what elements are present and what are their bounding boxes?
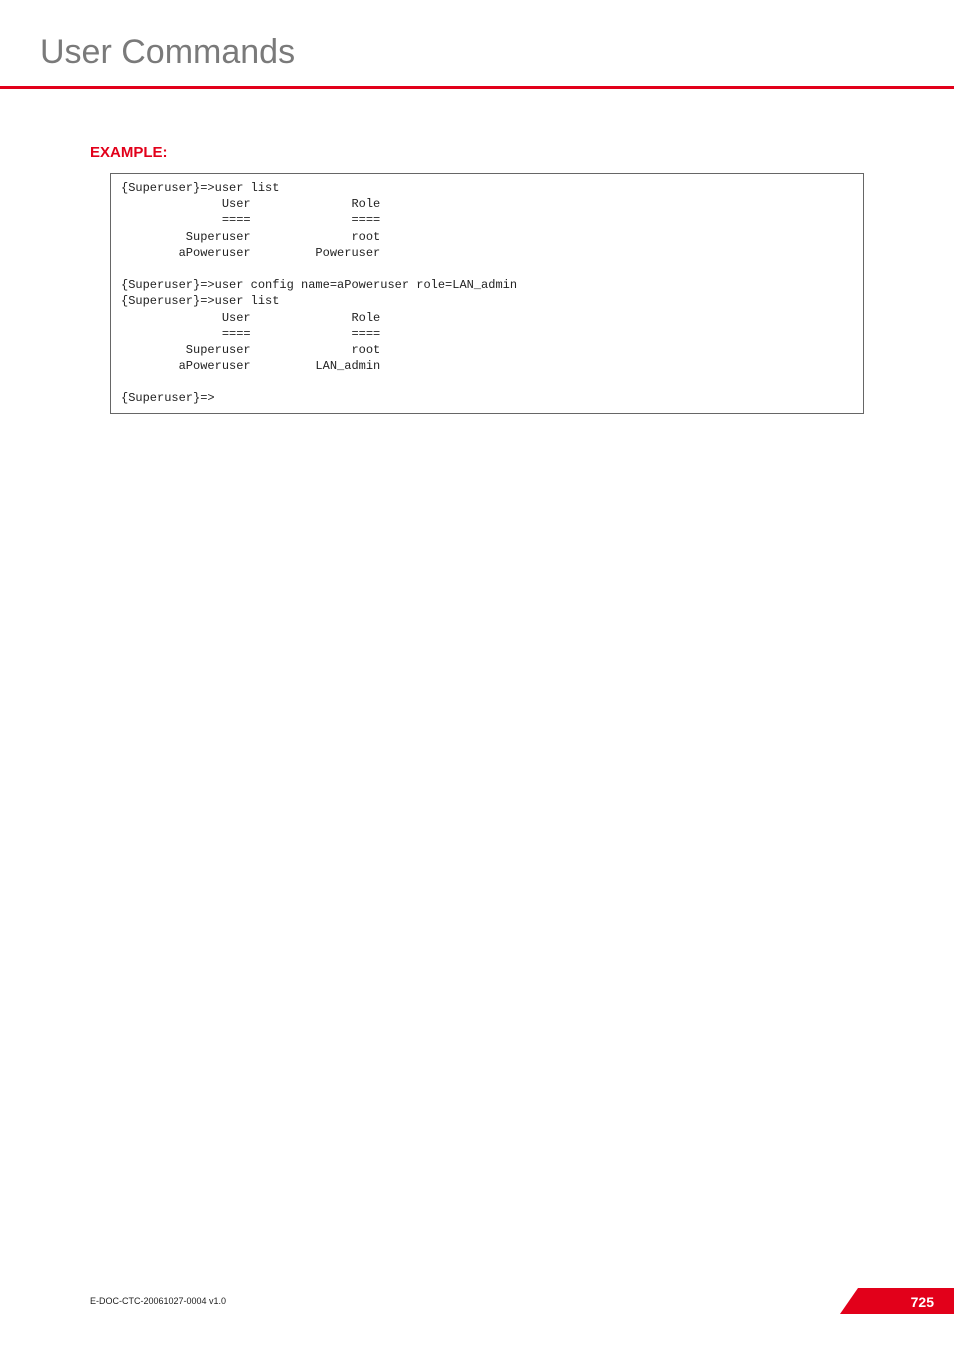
title-underline bbox=[0, 86, 954, 89]
page-number: 725 bbox=[911, 1294, 934, 1310]
example-heading: EXAMPLE: bbox=[90, 144, 954, 161]
page-badge: 725 bbox=[844, 1286, 954, 1314]
page-badge-rect bbox=[858, 1288, 954, 1314]
footer: E-DOC-CTC-20061027-0004 v1.0 725 bbox=[0, 1284, 954, 1314]
example-code-block: {Superuser}=>user list User Role ==== ==… bbox=[110, 173, 864, 414]
page-title: User Commands bbox=[0, 0, 954, 72]
doc-id: E-DOC-CTC-20061027-0004 v1.0 bbox=[90, 1296, 226, 1306]
page: User Commands EXAMPLE: {Superuser}=>user… bbox=[0, 0, 954, 1350]
page-badge-slant bbox=[840, 1288, 858, 1314]
